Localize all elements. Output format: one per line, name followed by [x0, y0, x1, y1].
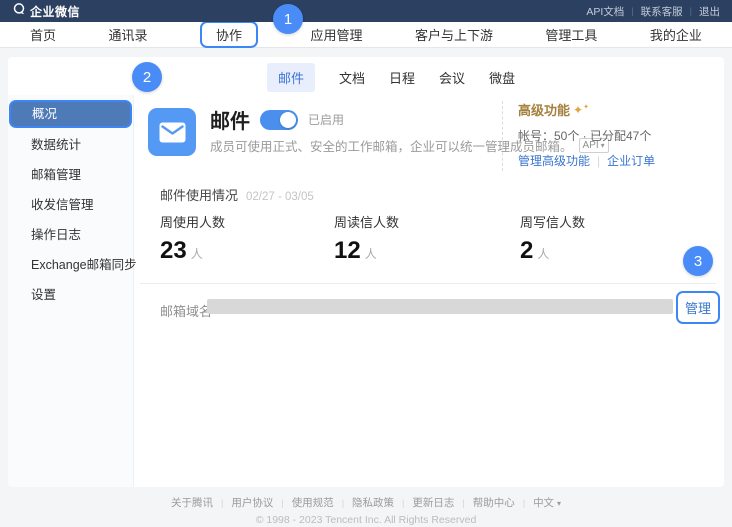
stat-unit: 人: [365, 245, 377, 262]
manage-domain-link[interactable]: 管理: [685, 298, 711, 317]
content-panel: 邮件 文档 日程 会议 微盘 概况 数据统计 邮箱管理 收发信管理 操作日志 E…: [8, 57, 724, 487]
api-docs-link[interactable]: API文档: [586, 4, 624, 19]
topbar: 企业微信 API文档 | 联系客服 | 退出: [0, 0, 732, 22]
annotation-circle-2: 2: [132, 62, 162, 92]
envelope-icon: [159, 122, 186, 143]
annotation-box-manage: 管理: [676, 291, 720, 324]
wechat-work-logo-icon: [12, 2, 26, 21]
separator: |: [631, 6, 633, 16]
sidebar-item-statistics[interactable]: 数据统计: [8, 130, 133, 160]
mail-header: 邮件 已启用: [210, 105, 344, 134]
status-label: 已启用: [308, 111, 344, 128]
tab-drive[interactable]: 微盘: [489, 63, 515, 92]
tab-calendar[interactable]: 日程: [389, 63, 415, 92]
stat-weekly-writers: 周写信人数 2 人: [520, 212, 585, 265]
sidebar-item-exchange-sync[interactable]: Exchange邮箱同步: [8, 250, 133, 280]
stat-unit: 人: [537, 245, 549, 262]
separator: |: [597, 154, 600, 168]
separator: |: [690, 6, 692, 16]
usage-section-header: 邮件使用情况 02/27 - 03/05: [160, 185, 314, 204]
sidebar-item-operation-log[interactable]: 操作日志: [8, 220, 133, 250]
help-center-link[interactable]: 帮助中心: [473, 495, 515, 510]
user-agreement-link[interactable]: 用户协议: [231, 495, 273, 510]
app-logo[interactable]: 企业微信: [12, 2, 80, 21]
collaboration-tabs: 邮件 文档 日程 会议 微盘: [267, 65, 515, 89]
sidebar-item-mailbox-management[interactable]: 邮箱管理: [8, 160, 133, 190]
sidebar: 概况 数据统计 邮箱管理 收发信管理 操作日志 Exchange邮箱同步 设置: [8, 95, 134, 487]
footer-links: 关于腾讯 | 用户协议 | 使用规范 | 隐私政策 | 更新日志 | 帮助中心 …: [0, 495, 732, 510]
mail-domain-redacted-value: [207, 299, 673, 314]
enterprise-wechat-admin: 企业微信 API文档 | 联系客服 | 退出 首页 通讯录 协作 应用管理 客户…: [0, 0, 732, 527]
horizontal-divider: [140, 283, 716, 284]
mail-domain-label: 邮箱域名: [160, 301, 212, 320]
mail-overview: 邮件 已启用 成员可使用正式、安全的工作邮箱，企业可以统一管理成员邮箱。 API…: [134, 95, 724, 487]
premium-links: 管理高级功能 | 企业订单: [518, 152, 655, 169]
sidebar-item-settings[interactable]: 设置: [8, 280, 133, 310]
stat-unit: 人: [191, 245, 203, 262]
chevron-down-icon: ▾: [557, 499, 561, 508]
language-selector[interactable]: 中文 ▾: [533, 495, 561, 510]
copyright-text: © 1998 - 2023 Tencent Inc. All Rights Re…: [0, 514, 732, 526]
premium-panel: 高级功能 ✦✦ 帐号：50个 · 已分配47个 管理高级功能 | 企业订单: [518, 100, 655, 169]
mail-app-icon: [148, 108, 196, 156]
annotation-circle-1: 1: [273, 4, 303, 34]
premium-title: 高级功能: [518, 100, 570, 119]
usage-title: 邮件使用情况: [160, 185, 238, 204]
stat-value: 12: [334, 237, 361, 265]
nav-item-collaboration[interactable]: 协作: [200, 21, 258, 48]
nav-item-home[interactable]: 首页: [30, 25, 56, 44]
logout-link[interactable]: 退出: [699, 4, 720, 19]
topbar-links: API文档 | 联系客服 | 退出: [586, 4, 720, 19]
changelog-link[interactable]: 更新日志: [412, 495, 454, 510]
stat-weekly-users: 周使用人数 23 人: [160, 212, 225, 265]
stat-value: 2: [520, 237, 533, 265]
nav-item-apps[interactable]: 应用管理: [310, 25, 362, 44]
premium-title-row: 高级功能 ✦✦: [518, 100, 655, 119]
stat-weekly-readers: 周读信人数 12 人: [334, 212, 399, 265]
annotation-circle-3: 3: [683, 246, 713, 276]
nav-item-contacts[interactable]: 通讯录: [108, 25, 147, 44]
sidebar-item-overview[interactable]: 概况: [9, 100, 132, 128]
mail-enable-toggle[interactable]: [260, 110, 298, 130]
main-nav: 首页 通讯录 协作 应用管理 客户与上下游 管理工具 我的企业: [0, 22, 732, 48]
app-title: 企业微信: [30, 3, 80, 20]
footer: 关于腾讯 | 用户协议 | 使用规范 | 隐私政策 | 更新日志 | 帮助中心 …: [0, 495, 732, 526]
stat-value: 23: [160, 237, 187, 265]
sparkle-icon: ✦✦: [573, 104, 589, 116]
usage-rules-link[interactable]: 使用规范: [292, 495, 334, 510]
usage-date-range: 02/27 - 03/05: [246, 191, 314, 203]
vertical-divider: [502, 101, 503, 171]
nav-item-admin-tools[interactable]: 管理工具: [545, 25, 597, 44]
nav-item-my-company[interactable]: 我的企业: [650, 25, 702, 44]
tab-docs[interactable]: 文档: [339, 63, 365, 92]
tab-meeting[interactable]: 会议: [439, 63, 465, 92]
nav-item-customers[interactable]: 客户与上下游: [415, 25, 493, 44]
page-title: 邮件: [210, 105, 250, 134]
premium-account-info: 帐号：50个 · 已分配47个: [518, 127, 655, 144]
privacy-policy-link[interactable]: 隐私政策: [352, 495, 394, 510]
tab-mail[interactable]: 邮件: [267, 63, 315, 92]
enterprise-order-link[interactable]: 企业订单: [607, 152, 655, 169]
about-tencent-link[interactable]: 关于腾讯: [171, 495, 213, 510]
manage-premium-link[interactable]: 管理高级功能: [518, 152, 590, 169]
contact-support-link[interactable]: 联系客服: [641, 4, 683, 19]
sidebar-item-send-receive[interactable]: 收发信管理: [8, 190, 133, 220]
